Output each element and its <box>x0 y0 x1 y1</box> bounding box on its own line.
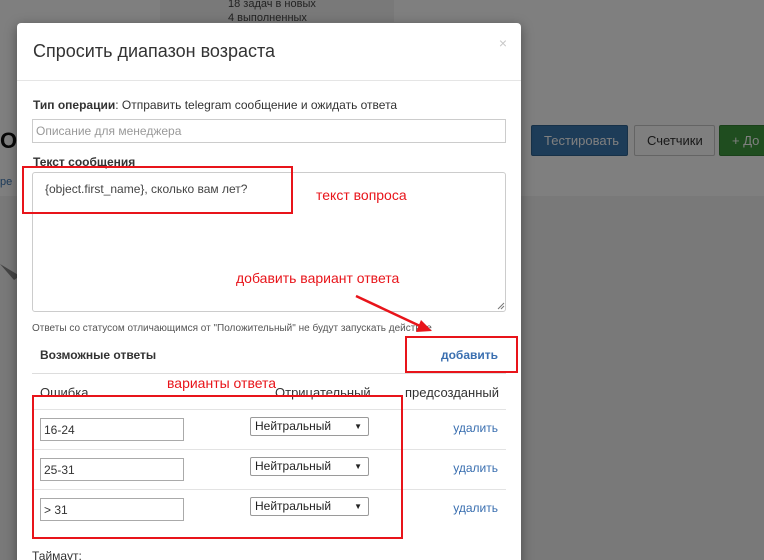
modal-header: Спросить диапазон возраста × <box>17 23 521 81</box>
operation-type-label: Тип операции <box>33 98 116 112</box>
timeout-label: Таймаут: <box>32 549 82 560</box>
variants-highlight <box>32 395 403 539</box>
question-text-highlight <box>22 166 293 214</box>
close-icon[interactable]: × <box>499 35 507 51</box>
annotation-variants: варианты ответа <box>167 375 277 391</box>
modal-title: Спросить диапазон возраста <box>33 41 276 61</box>
manager-description-input[interactable] <box>32 119 506 143</box>
add-button-highlight <box>405 336 518 373</box>
column-precreated: предсозданный <box>405 385 499 400</box>
operation-type: Тип операции: Отправить telegram сообщен… <box>33 98 397 112</box>
operation-type-value: : Отправить telegram сообщение и ожидать… <box>115 98 398 112</box>
delete-answer-link[interactable]: удалить <box>453 421 498 435</box>
delete-answer-link[interactable]: удалить <box>453 501 498 515</box>
resize-grip-icon[interactable] <box>497 302 505 310</box>
answers-title: Возможные ответы <box>40 348 157 362</box>
delete-answer-link[interactable]: удалить <box>453 461 498 475</box>
answers-note: Ответы со статусом отличающимся от "Поло… <box>32 323 432 334</box>
annotation-add-variant: добавить вариант ответа <box>236 270 400 286</box>
annotation-question-text: текст вопроса <box>316 187 407 203</box>
